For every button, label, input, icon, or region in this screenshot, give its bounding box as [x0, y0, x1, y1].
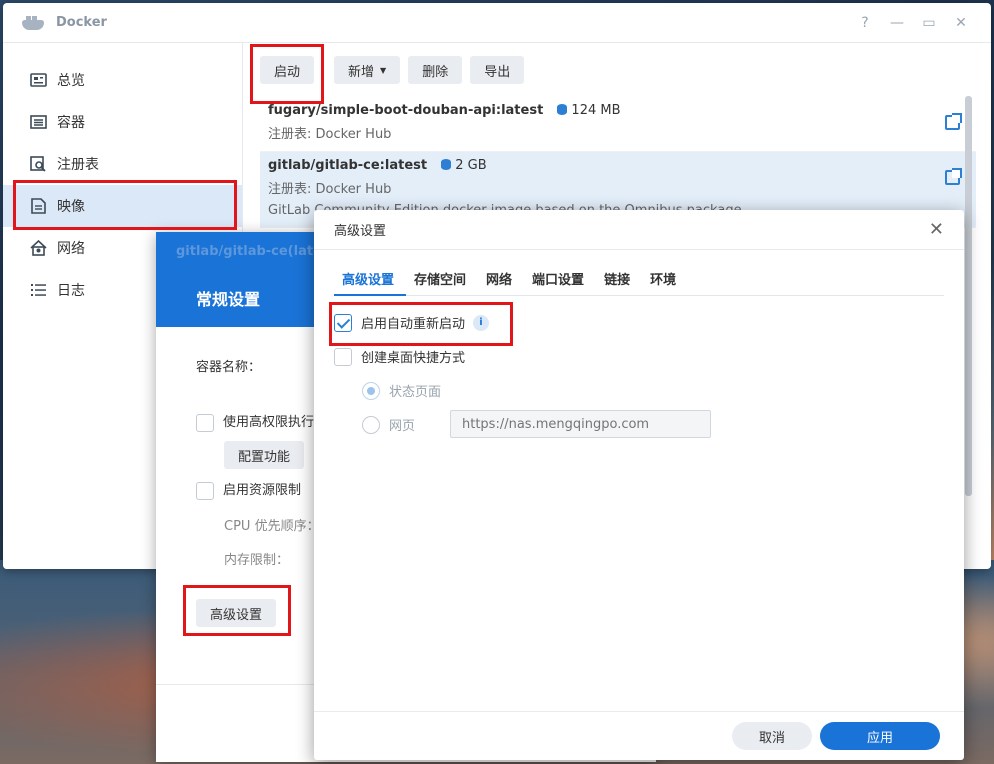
webpage-label: 网页: [389, 419, 416, 434]
tab-links[interactable]: 链接: [596, 262, 642, 295]
close-icon[interactable]: ✕: [929, 219, 944, 240]
privileged-checkbox[interactable]: [196, 413, 214, 432]
sidebar-item-label: 总览: [57, 73, 85, 89]
add-button-label: 新增: [348, 64, 375, 80]
image-name: fugary/simple-boot-douban-api:latest: [268, 103, 544, 118]
dialog-tabs: 高级设置 存储空间 网络 端口设置 链接 环境: [334, 262, 944, 296]
image-size: 2 GB: [441, 158, 487, 173]
maximize-icon[interactable]: ▭: [913, 15, 945, 31]
external-link-icon[interactable]: [945, 168, 962, 185]
desktop-shortcut-label: 创建桌面快捷方式: [361, 351, 466, 366]
highlight-advanced-button: [183, 585, 291, 636]
resource-limit-checkbox[interactable]: [196, 481, 214, 500]
tab-port-settings[interactable]: 端口设置: [524, 262, 596, 295]
advanced-settings-dialog: 高级设置 ✕ 高级设置 存储空间 网络 端口设置 链接 环境 启用自动重新启动 …: [314, 210, 964, 760]
cpu-priority-label: CPU 优先顺序：: [224, 519, 320, 534]
config-features-button[interactable]: 配置功能: [224, 441, 305, 469]
toolbar: 启动 新增 ▼ 删除 导出: [244, 43, 991, 97]
status-page-option[interactable]: 状态页面: [362, 381, 441, 400]
privileged-option[interactable]: 使用高权限执行: [196, 411, 314, 432]
database-icon: [441, 159, 452, 170]
sidebar-item-overview[interactable]: 总览: [3, 59, 242, 101]
image-registry: 注册表: Docker Hub: [268, 127, 392, 142]
container-name-label: 容器名称：: [196, 360, 262, 375]
database-icon: [557, 104, 568, 115]
external-link-icon[interactable]: [945, 113, 962, 130]
close-icon[interactable]: ✕: [945, 15, 977, 31]
sidebar-item-label: 日志: [57, 283, 85, 299]
add-button[interactable]: 新增 ▼: [334, 56, 401, 84]
status-page-label: 状态页面: [389, 385, 442, 400]
delete-button[interactable]: 删除: [408, 56, 463, 84]
webpage-option[interactable]: 网页: [362, 415, 415, 434]
image-registry: 注册表: Docker Hub: [268, 182, 392, 197]
image-list: fugary/simple-boot-douban-api:latest 124…: [260, 97, 976, 228]
overview-icon: [29, 72, 47, 88]
log-icon: [29, 282, 47, 298]
container-icon: [29, 114, 47, 130]
webpage-radio[interactable]: [362, 415, 380, 434]
tab-environment[interactable]: 环境: [642, 262, 688, 295]
cancel-button[interactable]: 取消: [732, 722, 812, 750]
title-bar: Docker ? — ▭ ✕: [3, 3, 991, 43]
status-page-radio[interactable]: [362, 381, 380, 400]
registry-icon: [29, 156, 47, 172]
dialog-title: 高级设置: [334, 224, 387, 239]
caret-down-icon: ▼: [380, 65, 387, 75]
sidebar-item-label: 注册表: [57, 157, 99, 173]
network-icon: [29, 240, 47, 256]
sidebar-item-label: 容器: [57, 115, 85, 131]
desktop-shortcut-checkbox[interactable]: [334, 347, 352, 366]
url-input[interactable]: [450, 410, 711, 438]
sidebar-item-registry[interactable]: 注册表: [3, 143, 242, 185]
tab-advanced[interactable]: 高级设置: [334, 262, 407, 296]
sidebar-item-container[interactable]: 容器: [3, 101, 242, 143]
export-button[interactable]: 导出: [470, 56, 525, 84]
minimize-icon[interactable]: —: [881, 15, 913, 31]
highlight-launch-button: [250, 44, 324, 104]
wizard-title: 常规设置: [196, 290, 261, 309]
dialog-header: 高级设置 ✕: [314, 210, 964, 250]
docker-icon: [22, 15, 44, 30]
highlight-image-item: [13, 180, 237, 230]
window-title: Docker: [56, 15, 107, 30]
memory-limit-label: 内存限制：: [224, 553, 290, 568]
sidebar-item-label: 网络: [57, 241, 85, 257]
dialog-footer-divider: [314, 711, 964, 712]
desktop-shortcut-option[interactable]: 创建桌面快捷方式: [334, 347, 465, 366]
tab-volume[interactable]: 存储空间: [406, 262, 478, 295]
image-size: 124 MB: [557, 103, 621, 118]
highlight-auto-restart: [329, 302, 513, 346]
image-name: gitlab/gitlab-ce:latest: [268, 158, 428, 173]
wizard-image-path: gitlab/gitlab-ce(late: [176, 244, 322, 259]
list-item[interactable]: fugary/simple-boot-douban-api:latest 124…: [260, 97, 976, 152]
image-list-scrollbar[interactable]: [965, 96, 972, 496]
tab-network[interactable]: 网络: [478, 262, 524, 295]
apply-button[interactable]: 应用: [820, 722, 940, 750]
help-icon[interactable]: ?: [849, 15, 881, 31]
resource-limit-option[interactable]: 启用资源限制: [196, 479, 301, 500]
